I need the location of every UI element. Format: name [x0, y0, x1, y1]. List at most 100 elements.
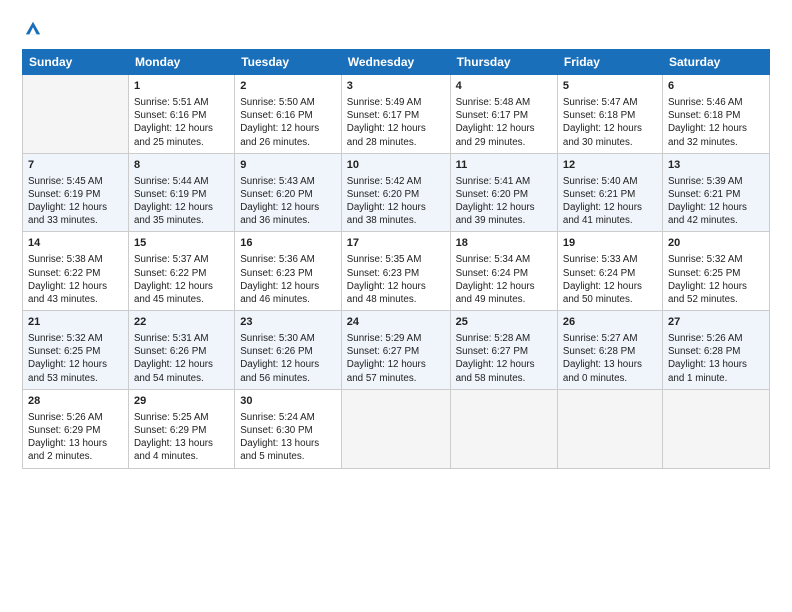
day-cell: 20 Sunrise: 5:32 AM Sunset: 6:25 PM Dayli… — [662, 232, 769, 311]
logo-icon — [24, 20, 42, 38]
day-cell: 11 Sunrise: 5:41 AM Sunset: 6:20 PM Dayli… — [450, 153, 557, 232]
day-number: 5 — [563, 79, 657, 94]
day-number: 9 — [240, 158, 336, 173]
day-details: Sunrise: 5:43 AM Sunset: 6:20 PM Dayligh… — [240, 175, 336, 228]
day-cell: 2Sunrise: 5:50 AM Sunset: 6:16 PM Daylig… — [235, 75, 342, 154]
day-number: 12 — [563, 158, 657, 173]
day-details: Sunrise: 5:46 AM Sunset: 6:18 PM Dayligh… — [668, 96, 764, 149]
day-details: Sunrise: 5:51 AM Sunset: 6:16 PM Dayligh… — [134, 96, 229, 149]
day-cell: 4 Sunrise: 5:48 AM Sunset: 6:17 PM Daylig… — [450, 75, 557, 154]
day-details: Sunrise: 5:24 AM Sunset: 6:30 PM Dayligh… — [240, 411, 336, 464]
day-number: 4 — [456, 79, 552, 94]
day-cell: 15 Sunrise: 5:37 AM Sunset: 6:22 PM Dayli… — [128, 232, 234, 311]
day-details: Sunrise: 5:38 AM Sunset: 6:22 PM Dayligh… — [28, 253, 123, 306]
calendar-table: SundayMondayTuesdayWednesdayThursdayFrid… — [22, 49, 770, 469]
day-cell — [557, 389, 662, 468]
day-number: 15 — [134, 236, 229, 251]
day-details: Sunrise: 5:28 AM Sunset: 6:27 PM Dayligh… — [456, 332, 552, 385]
day-number: 11 — [456, 158, 552, 173]
day-details: Sunrise: 5:49 AM Sunset: 6:17 PM Dayligh… — [347, 96, 445, 149]
day-details: Sunrise: 5:34 AM Sunset: 6:24 PM Dayligh… — [456, 253, 552, 306]
day-details: Sunrise: 5:36 AM Sunset: 6:23 PM Dayligh… — [240, 253, 336, 306]
week-row-5: 28 Sunrise: 5:26 AM Sunset: 6:29 PM Dayli… — [23, 389, 770, 468]
day-cell: 24 Sunrise: 5:29 AM Sunset: 6:27 PM Dayli… — [341, 311, 450, 390]
day-details: Sunrise: 5:48 AM Sunset: 6:17 PM Dayligh… — [456, 96, 552, 149]
day-details: Sunrise: 5:40 AM Sunset: 6:21 PM Dayligh… — [563, 175, 657, 228]
day-cell: 3 Sunrise: 5:49 AM Sunset: 6:17 PM Daylig… — [341, 75, 450, 154]
day-details: Sunrise: 5:41 AM Sunset: 6:20 PM Dayligh… — [456, 175, 552, 228]
week-row-4: 21Sunrise: 5:32 AM Sunset: 6:25 PM Dayli… — [23, 311, 770, 390]
col-header-monday: Monday — [128, 50, 234, 75]
day-cell: 14 Sunrise: 5:38 AM Sunset: 6:22 PM Dayli… — [23, 232, 129, 311]
col-header-tuesday: Tuesday — [235, 50, 342, 75]
day-number: 22 — [134, 315, 229, 330]
day-number: 10 — [347, 158, 445, 173]
day-details: Sunrise: 5:26 AM Sunset: 6:29 PM Dayligh… — [28, 411, 123, 464]
day-number: 16 — [240, 236, 336, 251]
day-details: Sunrise: 5:47 AM Sunset: 6:18 PM Dayligh… — [563, 96, 657, 149]
day-number: 24 — [347, 315, 445, 330]
day-cell: 22 Sunrise: 5:31 AM Sunset: 6:26 PM Dayli… — [128, 311, 234, 390]
day-cell: 19 Sunrise: 5:33 AM Sunset: 6:24 PM Dayli… — [557, 232, 662, 311]
week-row-1: 1 Sunrise: 5:51 AM Sunset: 6:16 PM Daylig… — [23, 75, 770, 154]
day-details: Sunrise: 5:45 AM Sunset: 6:19 PM Dayligh… — [28, 175, 123, 228]
day-details: Sunrise: 5:33 AM Sunset: 6:24 PM Dayligh… — [563, 253, 657, 306]
day-number: 19 — [563, 236, 657, 251]
day-cell: 6 Sunrise: 5:46 AM Sunset: 6:18 PM Daylig… — [662, 75, 769, 154]
day-cell: 21Sunrise: 5:32 AM Sunset: 6:25 PM Dayli… — [23, 311, 129, 390]
week-row-3: 14 Sunrise: 5:38 AM Sunset: 6:22 PM Dayli… — [23, 232, 770, 311]
day-details: Sunrise: 5:39 AM Sunset: 6:21 PM Dayligh… — [668, 175, 764, 228]
day-details: Sunrise: 5:32 AM Sunset: 6:25 PM Dayligh… — [668, 253, 764, 306]
day-details: Sunrise: 5:35 AM Sunset: 6:23 PM Dayligh… — [347, 253, 445, 306]
day-number: 7 — [28, 158, 123, 173]
day-cell: 17Sunrise: 5:35 AM Sunset: 6:23 PM Dayli… — [341, 232, 450, 311]
day-cell: 23 Sunrise: 5:30 AM Sunset: 6:26 PM Dayli… — [235, 311, 342, 390]
day-cell: 8 Sunrise: 5:44 AM Sunset: 6:19 PM Daylig… — [128, 153, 234, 232]
logo-area — [22, 18, 42, 39]
day-number: 20 — [668, 236, 764, 251]
day-number: 25 — [456, 315, 552, 330]
day-cell — [341, 389, 450, 468]
day-details: Sunrise: 5:26 AM Sunset: 6:28 PM Dayligh… — [668, 332, 764, 385]
day-cell: 25 Sunrise: 5:28 AM Sunset: 6:27 PM Dayli… — [450, 311, 557, 390]
day-cell — [662, 389, 769, 468]
day-details: Sunrise: 5:42 AM Sunset: 6:20 PM Dayligh… — [347, 175, 445, 228]
day-number: 21 — [28, 315, 123, 330]
day-details: Sunrise: 5:44 AM Sunset: 6:19 PM Dayligh… — [134, 175, 229, 228]
day-cell — [23, 75, 129, 154]
day-cell: 13 Sunrise: 5:39 AM Sunset: 6:21 PM Dayli… — [662, 153, 769, 232]
day-number: 26 — [563, 315, 657, 330]
day-number: 2 — [240, 79, 336, 94]
day-details: Sunrise: 5:27 AM Sunset: 6:28 PM Dayligh… — [563, 332, 657, 385]
day-cell: 18 Sunrise: 5:34 AM Sunset: 6:24 PM Dayli… — [450, 232, 557, 311]
day-number: 13 — [668, 158, 764, 173]
day-number: 8 — [134, 158, 229, 173]
col-header-wednesday: Wednesday — [341, 50, 450, 75]
day-number: 6 — [668, 79, 764, 94]
day-number: 14 — [28, 236, 123, 251]
day-number: 23 — [240, 315, 336, 330]
day-details: Sunrise: 5:31 AM Sunset: 6:26 PM Dayligh… — [134, 332, 229, 385]
day-details: Sunrise: 5:25 AM Sunset: 6:29 PM Dayligh… — [134, 411, 229, 464]
day-cell: 16 Sunrise: 5:36 AM Sunset: 6:23 PM Dayli… — [235, 232, 342, 311]
week-row-2: 7 Sunrise: 5:45 AM Sunset: 6:19 PM Daylig… — [23, 153, 770, 232]
day-number: 30 — [240, 394, 336, 409]
day-details: Sunrise: 5:37 AM Sunset: 6:22 PM Dayligh… — [134, 253, 229, 306]
day-details: Sunrise: 5:29 AM Sunset: 6:27 PM Dayligh… — [347, 332, 445, 385]
logo — [22, 18, 42, 39]
header — [22, 18, 770, 39]
day-number: 29 — [134, 394, 229, 409]
col-header-friday: Friday — [557, 50, 662, 75]
day-number: 28 — [28, 394, 123, 409]
col-header-sunday: Sunday — [23, 50, 129, 75]
day-details: Sunrise: 5:30 AM Sunset: 6:26 PM Dayligh… — [240, 332, 336, 385]
day-cell: 28 Sunrise: 5:26 AM Sunset: 6:29 PM Dayli… — [23, 389, 129, 468]
day-number: 18 — [456, 236, 552, 251]
day-cell: 12 Sunrise: 5:40 AM Sunset: 6:21 PM Dayli… — [557, 153, 662, 232]
day-number: 3 — [347, 79, 445, 94]
col-header-thursday: Thursday — [450, 50, 557, 75]
header-row: SundayMondayTuesdayWednesdayThursdayFrid… — [23, 50, 770, 75]
day-cell: 30 Sunrise: 5:24 AM Sunset: 6:30 PM Dayli… — [235, 389, 342, 468]
day-number: 1 — [134, 79, 229, 94]
day-cell: 26 Sunrise: 5:27 AM Sunset: 6:28 PM Dayli… — [557, 311, 662, 390]
